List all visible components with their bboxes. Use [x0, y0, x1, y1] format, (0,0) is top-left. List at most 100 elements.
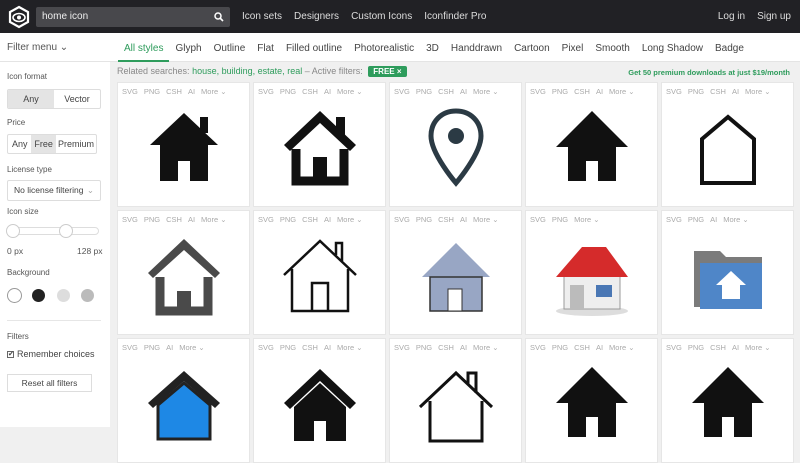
format-ai-link[interactable]: AI [324, 215, 331, 224]
format-svg-link[interactable]: SVG [394, 343, 410, 352]
format-csh-link[interactable]: CSH [302, 87, 318, 96]
tab-all-styles[interactable]: All styles [118, 33, 170, 62]
outline-filled-house-icon[interactable] [280, 105, 360, 189]
format-more-link[interactable]: More ⌄ [337, 215, 362, 224]
format-csh-link[interactable]: CSH [438, 87, 454, 96]
format-more-link[interactable]: More ⌄ [337, 87, 362, 96]
format-more-link[interactable]: More ⌄ [473, 343, 498, 352]
format-png-link[interactable]: PNG [280, 215, 296, 224]
related-real[interactable]: real [287, 66, 302, 76]
premium-promo-link[interactable]: Get 50 premium downloads at just $19/mon… [628, 68, 790, 77]
format-png-link[interactable]: PNG [144, 87, 160, 96]
format-ai-link[interactable]: AI [460, 87, 467, 96]
format-vector[interactable]: Vector [54, 90, 100, 108]
format-csh-link[interactable]: CSH [710, 343, 726, 352]
format-csh-link[interactable]: CSH [574, 87, 590, 96]
format-ai-link[interactable]: AI [324, 87, 331, 96]
icon-card[interactable]: SVG PNG CSH AI More ⌄ [253, 210, 386, 335]
format-png-link[interactable]: PNG [552, 87, 568, 96]
gray-house-icon[interactable] [144, 233, 224, 317]
solid-house-icon[interactable] [688, 361, 768, 445]
format-svg-link[interactable]: SVG [530, 215, 546, 224]
free-filter-badge[interactable]: FREE × [368, 66, 407, 77]
icon-card[interactable]: SVG PNG CSH AI More ⌄ [661, 338, 794, 463]
tab-outline[interactable]: Outline [208, 33, 252, 62]
glyph-house-icon[interactable] [144, 105, 224, 189]
icon-card[interactable]: SVG PNG AI More ⌄ [661, 210, 794, 335]
format-svg-link[interactable]: SVG [530, 343, 546, 352]
tab-3d[interactable]: 3D [420, 33, 445, 62]
icon-card[interactable]: SVG PNG CSH AI More ⌄ [117, 210, 250, 335]
tab-long-shadow[interactable]: Long Shadow [636, 33, 709, 62]
format-png-link[interactable]: PNG [144, 215, 160, 224]
format-png-link[interactable]: PNG [688, 343, 704, 352]
format-ai-link[interactable]: AI [188, 215, 195, 224]
format-any[interactable]: Any [8, 90, 54, 108]
price-any[interactable]: Any [8, 135, 31, 153]
icon-card[interactable]: SVG PNG CSH AI More ⌄ [253, 338, 386, 463]
format-csh-link[interactable]: CSH [710, 87, 726, 96]
reset-filters-button[interactable]: Reset all filters [7, 374, 92, 392]
icon-card[interactable]: SVG PNG CSH AI More ⌄ [389, 82, 522, 207]
format-ai-link[interactable]: AI [188, 87, 195, 96]
format-svg-link[interactable]: SVG [258, 343, 274, 352]
tab-badge[interactable]: Badge [709, 33, 750, 62]
format-csh-link[interactable]: CSH [166, 215, 182, 224]
format-csh-link[interactable]: CSH [438, 215, 454, 224]
format-ai-link[interactable]: AI [596, 343, 603, 352]
format-svg-link[interactable]: SVG [122, 215, 138, 224]
format-more-link[interactable]: More ⌄ [745, 87, 770, 96]
format-svg-link[interactable]: SVG [666, 87, 682, 96]
solid-house-icon[interactable] [552, 361, 632, 445]
price-free[interactable]: Free [31, 135, 56, 153]
format-ai-link[interactable]: AI [732, 343, 739, 352]
format-more-link[interactable]: More ⌄ [745, 343, 770, 352]
tab-cartoon[interactable]: Cartoon [508, 33, 556, 62]
line-house-icon[interactable] [280, 233, 360, 317]
format-svg-link[interactable]: SVG [530, 87, 546, 96]
format-more-link[interactable]: More ⌄ [337, 343, 362, 352]
folder-home-icon[interactable] [688, 233, 768, 317]
icon-card[interactable]: SVG PNG CSH AI More ⌄ [253, 82, 386, 207]
signup-link[interactable]: Sign up [757, 11, 791, 22]
format-svg-link[interactable]: SVG [394, 215, 410, 224]
tab-handdrawn[interactable]: Handdrawn [445, 33, 508, 62]
format-svg-link[interactable]: SVG [258, 215, 274, 224]
format-png-link[interactable]: PNG [416, 343, 432, 352]
format-png-link[interactable]: PNG [552, 343, 568, 352]
format-ai-link[interactable]: AI [596, 87, 603, 96]
search-icon[interactable] [214, 11, 224, 22]
icon-card[interactable]: SVG PNG CSH AI More ⌄ [661, 82, 794, 207]
glyph-house-chimney-icon[interactable] [280, 361, 360, 445]
icon-card[interactable]: SVG PNG CSH AI More ⌄ [389, 338, 522, 463]
format-ai-link[interactable]: AI [324, 343, 331, 352]
red-roof-house-icon[interactable] [552, 233, 632, 317]
format-more-link[interactable]: More ⌄ [179, 343, 204, 352]
iconfinder-logo-icon[interactable] [7, 5, 31, 29]
icon-card[interactable]: SVG PNG More ⌄ [525, 210, 658, 335]
tab-glyph[interactable]: Glyph [169, 33, 207, 62]
bg-light-swatch[interactable] [57, 289, 70, 302]
format-csh-link[interactable]: CSH [302, 343, 318, 352]
filter-menu-toggle[interactable]: Filter menu ⌄ [7, 42, 68, 53]
format-png-link[interactable]: PNG [416, 87, 432, 96]
tab-smooth[interactable]: Smooth [589, 33, 635, 62]
tab-pixel[interactable]: Pixel [556, 33, 590, 62]
icon-card[interactable]: SVG PNG CSH AI More ⌄ [525, 338, 658, 463]
format-svg-link[interactable]: SVG [122, 87, 138, 96]
icon-card[interactable]: SVG PNG CSH AI More ⌄ [525, 82, 658, 207]
format-ai-link[interactable]: AI [460, 215, 467, 224]
nav-designers[interactable]: Designers [294, 11, 339, 22]
map-pin-icon[interactable] [416, 105, 496, 189]
blue-gray-house-icon[interactable] [416, 233, 496, 317]
nav-icon-sets[interactable]: Icon sets [242, 11, 282, 22]
search-input[interactable]: home icon [36, 6, 230, 27]
format-png-link[interactable]: PNG [688, 215, 704, 224]
format-csh-link[interactable]: CSH [302, 215, 318, 224]
format-more-link[interactable]: More ⌄ [201, 87, 226, 96]
nav-custom-icons[interactable]: Custom Icons [351, 11, 412, 22]
slider-handle-min[interactable] [6, 224, 20, 238]
slider-handle-max[interactable] [59, 224, 73, 238]
tab-flat[interactable]: Flat [251, 33, 280, 62]
bg-transparent-swatch[interactable] [81, 289, 94, 302]
